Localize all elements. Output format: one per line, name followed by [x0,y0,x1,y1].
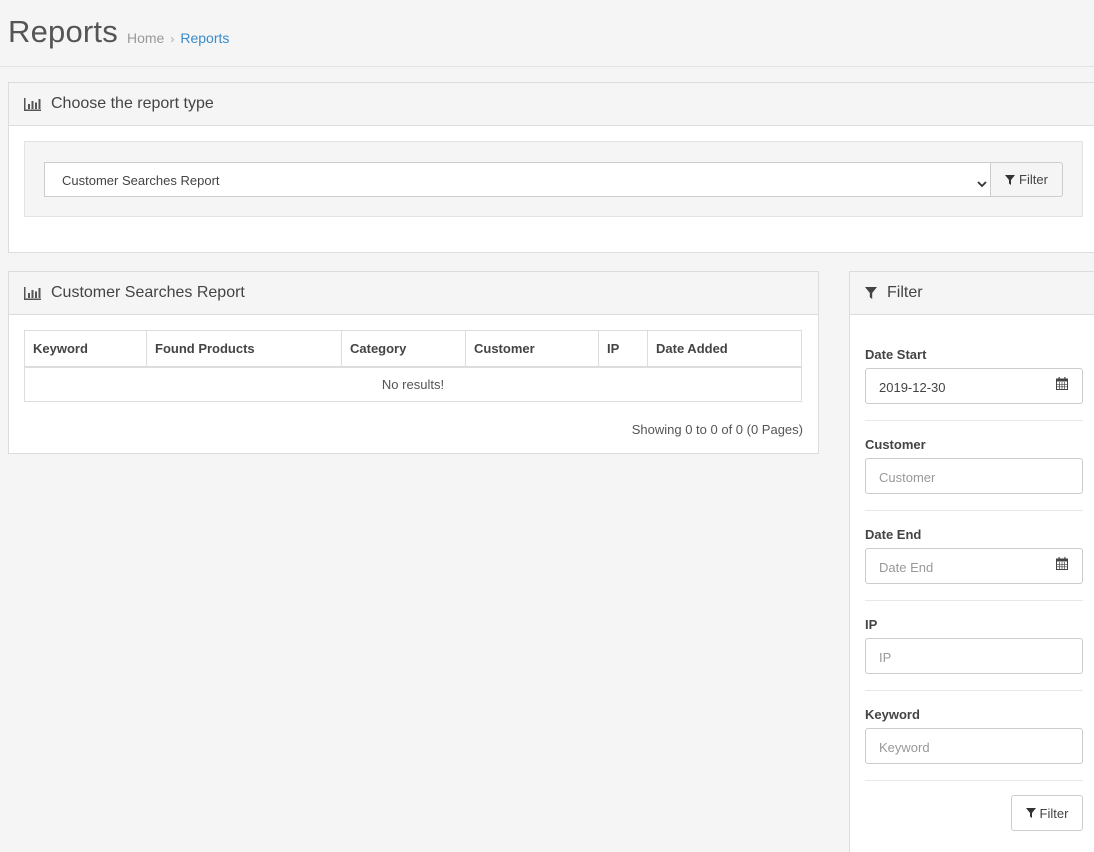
report-type-panel-title: Choose the report type [51,95,214,112]
calendar-icon [1056,557,1068,575]
breadcrumb-separator: › [170,32,175,46]
date-start-label: Date Start [865,347,927,362]
filter-panel-heading: Filter [850,272,1094,315]
filter-submit-button[interactable]: Filter [1011,795,1083,831]
report-type-panel: Choose the report type Customer Searches… [8,82,1094,253]
report-type-filter-label: Filter [1019,172,1048,187]
filter-icon [1025,808,1036,818]
report-results-panel-heading: Customer Searches Report [9,272,818,315]
filter-icon [1005,174,1016,185]
column-header-ip: IP [598,330,648,368]
breadcrumb: Home › Reports [127,30,229,46]
filter-divider [865,600,1083,601]
date-start-calendar-button[interactable] [1042,368,1083,404]
breadcrumb-home[interactable]: Home [127,30,164,46]
column-header-found-products: Found Products [146,330,342,368]
date-start-input[interactable]: 2019-12-30 [865,368,1043,404]
page-title: Reports [8,14,118,49]
customer-label: Customer [865,437,926,452]
bar-chart-icon [24,97,41,111]
filter-panel-title: Filter [887,284,923,301]
column-header-keyword: Keyword [24,330,147,368]
empty-results-message: No results! [24,366,802,402]
filter-divider [865,510,1083,511]
report-type-well: Customer Searches Report Filter [24,141,1083,217]
report-results-panel: Customer Searches Report Keyword Found P… [8,271,819,454]
report-type-filter-button[interactable]: Filter [990,162,1063,197]
report-type-selected-value: Customer Searches Report [62,173,220,188]
filter-panel: Filter Date Start 2019-12-30 Customer Cu… [849,271,1094,852]
calendar-icon [1056,377,1068,395]
filter-icon [865,287,877,299]
date-end-label: Date End [865,527,922,542]
date-end-input[interactable]: Date End [865,548,1043,584]
chevron-down-icon [977,176,987,191]
report-type-select[interactable]: Customer Searches Report [44,162,991,197]
page-header: Reports Home › Reports [0,0,1094,67]
report-type-panel-heading: Choose the report type [9,83,1094,126]
ip-input[interactable]: IP [865,638,1083,674]
column-header-category: Category [341,330,466,368]
filter-divider [865,420,1083,421]
breadcrumb-reports[interactable]: Reports [180,30,229,46]
table-row: No results! [24,366,802,402]
bar-chart-icon [24,286,41,300]
report-results-panel-title: Customer Searches Report [51,284,245,301]
column-header-customer: Customer [465,330,599,368]
report-results-table: Keyword Found Products Category Customer… [24,330,802,402]
filter-divider [865,690,1083,691]
customer-input[interactable]: Customer [865,458,1083,494]
ip-label: IP [865,617,878,632]
table-header-row: Keyword Found Products Category Customer… [24,330,802,368]
filter-divider [865,780,1083,781]
date-end-calendar-button[interactable] [1042,548,1083,584]
pagination-summary: Showing 0 to 0 of 0 (0 Pages) [631,422,803,437]
column-header-date-added: Date Added [647,330,802,368]
filter-submit-label: Filter [1039,805,1069,821]
keyword-input[interactable]: Keyword [865,728,1083,764]
keyword-label: Keyword [865,707,920,722]
